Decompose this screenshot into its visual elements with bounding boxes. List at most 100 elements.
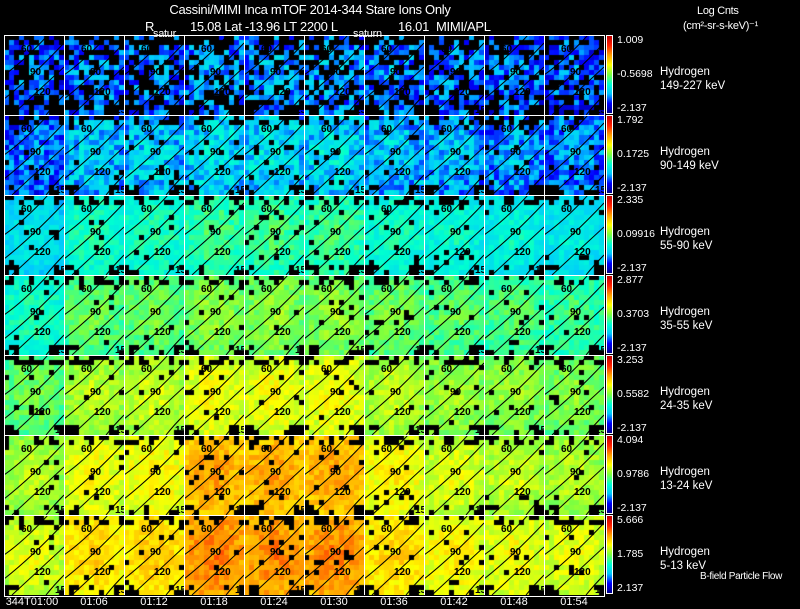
contour-overlay: 60 90 120 15 [364,355,424,435]
colorbar-mid-label: -0.5698 [617,68,653,80]
contour-label: 60 [381,284,393,295]
contour-label: 15 [115,265,124,275]
contour-label: 90 [150,147,162,158]
contour-label: 90 [510,387,522,398]
panel-divider [364,435,365,515]
panel-divider [4,195,64,196]
contour-line [544,195,589,236]
contour-line [364,35,409,76]
contour-label: 120 [154,407,171,418]
contour-label: 60 [201,204,213,215]
contour-label: 60 [261,204,273,215]
contour-label: 90 [30,467,42,478]
contour-overlay: 60 90 120 15 [124,115,184,195]
contour-label: 90 [570,547,582,558]
heatmap-panel: 60 90 120 15 [364,195,424,275]
contour-line [64,275,109,316]
contour-overlay: 60 90 120 15 [484,275,544,355]
contour-label: 90 [210,387,222,398]
contour-label: 15 [175,185,184,195]
contour-line [124,195,169,236]
contour-label: 90 [450,227,462,238]
panel-divider [424,115,484,116]
contour-line [424,515,469,556]
contour-label: 120 [394,407,411,418]
contour-overlay: 60 90 120 15 [4,515,64,595]
contour-label: 120 [574,487,591,498]
contour-overlay: 60 90 120 15 [124,435,184,515]
panel-divider [424,35,425,115]
contour-line [244,195,289,236]
contour-label: 15 [235,185,244,195]
x-tick-label: 01:54 [560,596,588,608]
contour-line [364,275,409,316]
panel-divider [304,195,305,275]
contour-line [184,195,229,236]
contour-label: 120 [274,167,291,178]
contour-label: 60 [141,524,153,535]
panel-divider [544,115,545,195]
contour-label: 15 [235,345,244,355]
contour-line [364,355,409,396]
contour-label: 120 [274,87,291,98]
contour-label: 90 [210,227,222,238]
x-tick-label: 01:42 [440,596,468,608]
contour-label: 90 [30,307,42,318]
contour-label: 60 [261,124,273,135]
contour-label: 15 [55,105,64,115]
panel-divider [64,115,124,116]
contour-label: 15 [295,185,304,195]
panel-divider [184,355,244,356]
contour-label: 90 [510,547,522,558]
panel-divider [244,115,304,116]
contour-label: 120 [454,407,471,418]
panel-divider [544,115,604,116]
contour-line [364,115,409,156]
species-label: Hydrogen [660,306,710,318]
contour-label: 120 [574,167,591,178]
panel-divider [184,275,244,276]
panel-divider [364,275,424,276]
contour-label: 90 [270,387,282,398]
contour-label: 120 [34,567,51,578]
heatmap-panel: 60 90 120 15 [4,195,64,275]
heatmap-panel: 60 90 120 15 [544,195,604,275]
heatmap-panel: 60 90 120 15 [4,355,64,435]
contour-label: 60 [261,364,273,375]
contour-line [304,355,349,396]
panel-divider [64,195,65,275]
contour-overlay: 60 90 120 15 [484,35,544,115]
heatmap-panel: 60 90 120 15 [424,195,484,275]
panel-divider [124,435,184,436]
panel-divider [244,115,245,195]
contour-label: 15 [55,345,64,355]
panel-divider [244,355,245,435]
contour-label: 120 [514,567,531,578]
contour-label: 15 [175,265,184,275]
contour-label: 120 [154,87,171,98]
panel-divider [364,275,365,355]
heatmap-panel: 60 90 120 15 [544,35,604,115]
colorbar [606,35,613,114]
contour-line [424,195,469,236]
bfield-legend: B-field Particle Flow [700,571,783,582]
heatmap-panel: 60 90 120 15 [304,195,364,275]
contour-label: 90 [90,227,102,238]
heatmap-panel: 60 90 120 15 [64,275,124,355]
contour-overlay: 60 90 120 15 [484,355,544,435]
heatmap-panel: 60 90 120 15 [124,35,184,115]
contour-line [304,275,349,316]
contour-label: 120 [274,407,291,418]
x-tick-label: 01:06 [80,596,108,608]
contour-overlay: 60 90 120 15 [244,195,304,275]
colorbar-min-label: -2.137 [617,102,647,114]
contour-label: 15 [355,425,364,435]
contour-overlay: 60 90 120 15 [244,275,304,355]
contour-label: 15 [175,585,184,595]
contour-line [64,195,109,236]
panel-divider [484,195,544,196]
contour-label: 90 [270,547,282,558]
contour-label: 90 [90,147,102,158]
contour-label: 60 [321,204,333,215]
contour-label: 60 [321,444,333,455]
